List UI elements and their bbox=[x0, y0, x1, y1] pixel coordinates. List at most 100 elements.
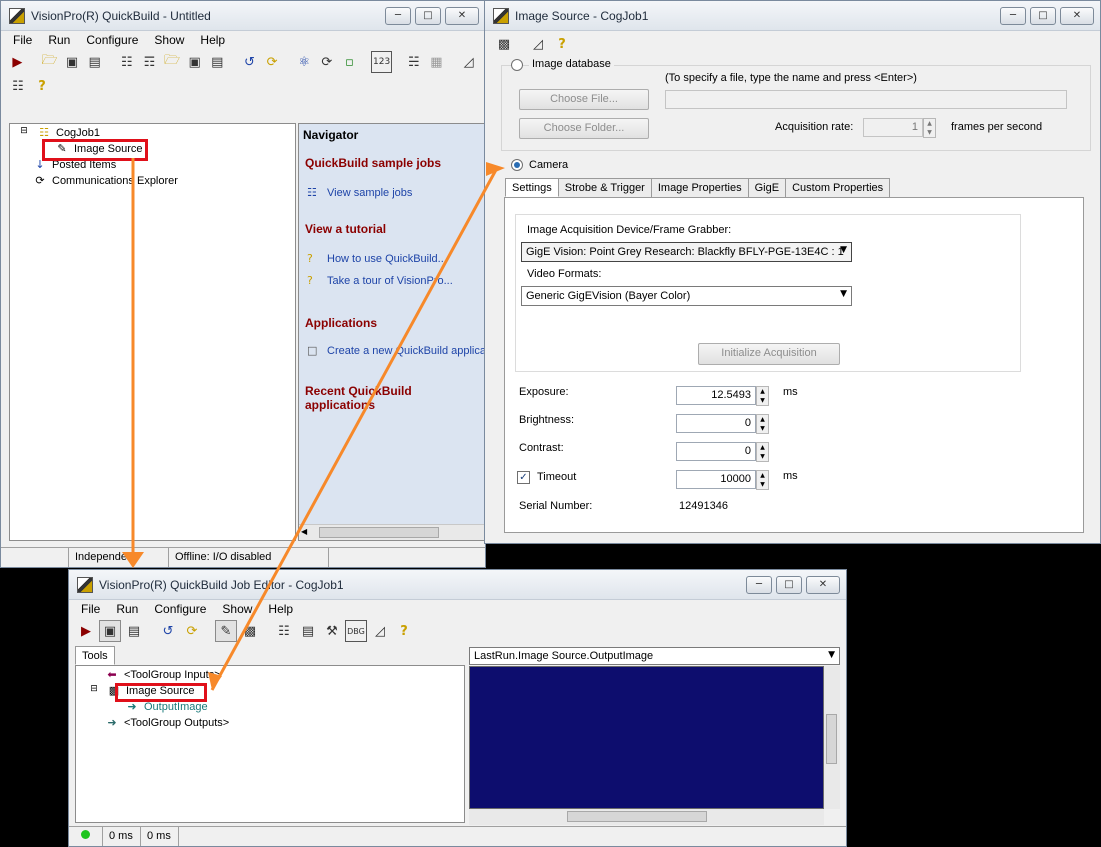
measure-icon[interactable]: ◿ bbox=[369, 620, 391, 642]
debug-icon[interactable]: DBG bbox=[345, 620, 367, 642]
scroll-thumb[interactable] bbox=[826, 714, 837, 764]
image-vertical-scrollbar[interactable] bbox=[824, 666, 840, 809]
file-path-input[interactable] bbox=[665, 90, 1067, 109]
exposure-input[interactable]: 12.5493 ▲ ▼ bbox=[676, 386, 769, 406]
close-button[interactable]: ✕ bbox=[1060, 7, 1094, 25]
record-icon[interactable]: ▣ bbox=[99, 620, 121, 642]
brightness-input[interactable]: 0 ▲ ▼ bbox=[676, 414, 769, 434]
refresh-icon[interactable]: ⟳ bbox=[181, 620, 203, 642]
timeout-spinner[interactable]: ▲ ▼ bbox=[756, 470, 769, 490]
image-database-radio[interactable] bbox=[511, 59, 523, 71]
job-properties-icon[interactable]: ☷ bbox=[273, 620, 295, 642]
contrast-input[interactable]: 0 ▲ ▼ bbox=[676, 442, 769, 462]
loop-icon[interactable]: ⟳ bbox=[317, 51, 338, 73]
nav-link-how-to-use[interactable]: ? How to use QuickBuild... bbox=[307, 252, 447, 265]
tab-custom-properties[interactable]: Custom Properties bbox=[785, 178, 891, 197]
nav-link-take-tour[interactable]: ? Take a tour of VisionPro... bbox=[307, 274, 453, 287]
tab-strobe-trigger[interactable]: Strobe & Trigger bbox=[557, 178, 652, 197]
menu-configure[interactable]: Configure bbox=[78, 33, 146, 47]
grid-icon[interactable]: ▦ bbox=[426, 51, 447, 73]
maximize-button[interactable]: □ bbox=[1030, 7, 1056, 25]
refresh-icon[interactable]: ⟳ bbox=[262, 51, 283, 73]
help-icon[interactable]: ? bbox=[393, 620, 415, 642]
numeric-icon[interactable]: 123 bbox=[371, 51, 392, 73]
minimize-button[interactable]: ─ bbox=[1000, 7, 1026, 25]
image-buffer-dropdown[interactable]: LastRun.Image Source.OutputImage ▼ bbox=[469, 647, 840, 665]
copy-icon[interactable]: ▤ bbox=[123, 620, 145, 642]
tree-item-communications-explorer[interactable]: ⟳ Communications Explorer bbox=[32, 174, 178, 188]
camera-icon[interactable]: ▩ bbox=[239, 620, 261, 642]
camera-radio[interactable] bbox=[511, 159, 523, 171]
nav-link-create-application[interactable]: □ Create a new QuickBuild applicati bbox=[307, 344, 485, 357]
reset-icon[interactable]: ↺ bbox=[239, 51, 260, 73]
run-icon[interactable]: ▶ bbox=[75, 620, 97, 642]
image-display[interactable] bbox=[469, 666, 824, 809]
tab-gige[interactable]: GigE bbox=[747, 178, 787, 197]
network-icon[interactable]: ☵ bbox=[404, 51, 425, 73]
help-icon[interactable]: ? bbox=[551, 33, 573, 55]
collapse-icon[interactable]: ⊟ bbox=[86, 684, 102, 698]
tab-settings[interactable]: Settings bbox=[505, 178, 559, 197]
timeout-checkbox[interactable]: ✓ bbox=[517, 471, 530, 484]
tree-item-cogjob1[interactable]: ⊟ ☷ CogJob1 bbox=[16, 126, 100, 140]
job-icon[interactable]: ☷ bbox=[117, 51, 138, 73]
exposure-spinner[interactable]: ▲ ▼ bbox=[756, 386, 769, 406]
open-folder-icon[interactable]: 🗁 bbox=[39, 51, 60, 73]
brightness-spinner[interactable]: ▲ ▼ bbox=[756, 414, 769, 434]
image-horizontal-scrollbar[interactable] bbox=[469, 809, 824, 825]
maximize-button[interactable]: □ bbox=[415, 7, 441, 25]
film-icon[interactable]: ▫ bbox=[339, 51, 360, 73]
minimize-button[interactable]: ─ bbox=[385, 7, 411, 25]
menu-show[interactable]: Show bbox=[214, 602, 260, 616]
tree-item-toolgroup-inputs[interactable]: ⬅ <ToolGroup Inputs> bbox=[104, 668, 220, 682]
new-job-icon[interactable]: ☶ bbox=[139, 51, 160, 73]
run-icon[interactable]: ▶ bbox=[7, 51, 28, 73]
menu-show[interactable]: Show bbox=[146, 33, 192, 47]
close-button[interactable]: ✕ bbox=[445, 7, 479, 25]
timeout-input[interactable]: 10000 ▲ ▼ bbox=[676, 470, 769, 490]
navigator-scrollbar[interactable]: ◀ bbox=[299, 524, 484, 540]
save-job-icon[interactable]: ▣ bbox=[184, 51, 205, 73]
menu-help[interactable]: Help bbox=[260, 602, 301, 616]
tree-item-output-image[interactable]: ➜ OutputImage bbox=[124, 700, 207, 714]
scroll-left-arrow[interactable]: ◀ bbox=[301, 527, 307, 536]
tab-image-properties[interactable]: Image Properties bbox=[650, 178, 749, 197]
acquisition-rate-spinner[interactable]: ▲ ▼ bbox=[923, 118, 936, 138]
menu-run[interactable]: Run bbox=[108, 602, 146, 616]
menu-configure[interactable]: Configure bbox=[146, 602, 214, 616]
scroll-thumb[interactable] bbox=[567, 811, 707, 822]
menu-file[interactable]: File bbox=[5, 33, 40, 47]
acquisition-rate-input[interactable]: 1 ▲ ▼ bbox=[863, 118, 936, 138]
tree-item-toolgroup-outputs[interactable]: ➜ <ToolGroup Outputs> bbox=[104, 716, 229, 730]
document-icon[interactable]: ☷ bbox=[7, 75, 29, 97]
camera-icon[interactable]: ▩ bbox=[493, 33, 515, 55]
device-dropdown[interactable]: GigE Vision: Point Grey Research: Blackf… bbox=[521, 242, 852, 262]
save-job-as-icon[interactable]: ▤ bbox=[207, 51, 228, 73]
image-source-icon[interactable]: ✎ bbox=[215, 620, 237, 642]
menu-run[interactable]: Run bbox=[40, 33, 78, 47]
maximize-button[interactable]: □ bbox=[776, 576, 802, 594]
measure-icon[interactable]: ◿ bbox=[527, 33, 549, 55]
minimize-button[interactable]: ─ bbox=[746, 576, 772, 594]
measure-icon[interactable]: ◿ bbox=[458, 51, 479, 73]
tools-icon[interactable]: ⚒ bbox=[321, 620, 343, 642]
connect-icon[interactable]: ⚛ bbox=[294, 51, 315, 73]
scroll-thumb[interactable] bbox=[319, 527, 439, 538]
help-icon[interactable]: ? bbox=[31, 75, 53, 97]
initialize-acquisition-button[interactable]: Initialize Acquisition bbox=[698, 343, 840, 365]
open-job-icon[interactable]: 🗁 bbox=[162, 51, 183, 73]
results-icon[interactable]: ▤ bbox=[297, 620, 319, 642]
collapse-icon[interactable]: ⊟ bbox=[16, 126, 32, 140]
choose-folder-button[interactable]: Choose Folder... bbox=[519, 118, 649, 139]
menu-help[interactable]: Help bbox=[192, 33, 233, 47]
tab-tools[interactable]: Tools bbox=[75, 646, 115, 665]
nav-link-view-sample-jobs[interactable]: ☷ View sample jobs bbox=[307, 186, 412, 199]
reset-icon[interactable]: ↺ bbox=[157, 620, 179, 642]
save-all-icon[interactable]: ▤ bbox=[84, 51, 105, 73]
save-icon[interactable]: ▣ bbox=[62, 51, 83, 73]
choose-file-button[interactable]: Choose File... bbox=[519, 89, 649, 110]
contrast-spinner[interactable]: ▲ ▼ bbox=[756, 442, 769, 462]
menu-file[interactable]: File bbox=[73, 602, 108, 616]
video-format-dropdown[interactable]: Generic GigEVision (Bayer Color) ▼ bbox=[521, 286, 852, 306]
close-button[interactable]: ✕ bbox=[806, 576, 840, 594]
